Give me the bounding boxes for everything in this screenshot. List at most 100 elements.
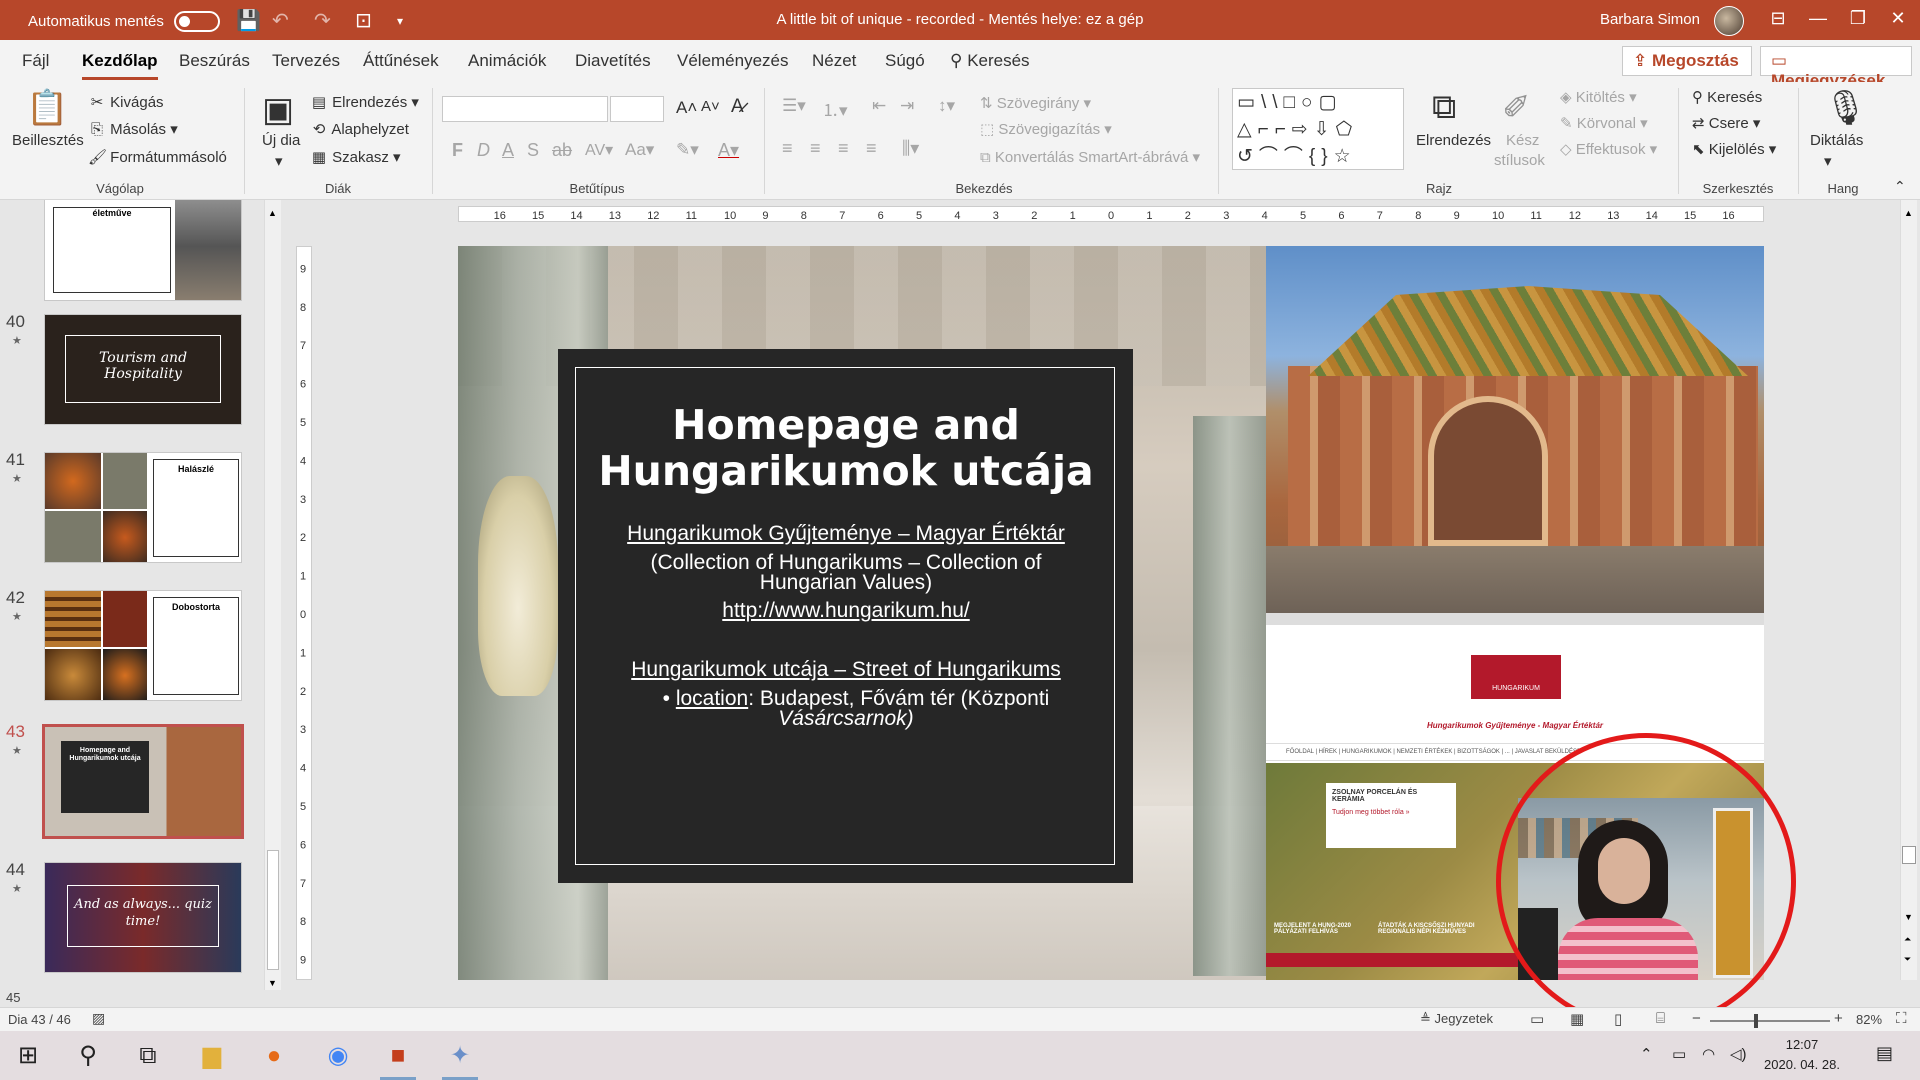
powerpoint-icon[interactable]: ■ [380,1039,416,1080]
task-view-icon[interactable]: ⧉ [130,1039,166,1073]
find-button[interactable]: ⚲ Keresés [1692,88,1762,106]
ribbon-display-options-icon[interactable]: ⊟ [1758,8,1798,29]
bullets-icon[interactable]: ☰▾ [782,96,806,116]
slide-title[interactable]: Homepage and Hungarikumok utcája [576,402,1116,494]
redo-icon[interactable]: ↷ [314,8,331,33]
tab-insert[interactable]: Beszúrás [179,51,250,71]
select-button[interactable]: ⬉ Kijelölés ▾ [1692,140,1776,158]
increase-indent-icon[interactable]: ⇥ [900,96,914,116]
section-button[interactable]: ▦ Szakasz ▾ [310,148,401,166]
tab-transitions[interactable]: Áttűnések [363,51,439,71]
shapes-gallery[interactable]: ▭\\□○▢ △⌐⌐⇨⇩⬠ ↺⌒⌒{}☆ [1232,88,1404,170]
columns-icon[interactable]: ⫼▾ [902,138,919,159]
slide-thumbnail-44[interactable]: And as always... quiz time! [44,862,242,973]
italic-icon[interactable]: D [477,140,490,161]
tab-home[interactable]: Kezdőlap [82,51,158,80]
save-icon[interactable]: 💾 [236,8,261,33]
line-spacing-icon[interactable]: ↕▾ [938,96,955,116]
scroll-up-icon[interactable]: ▲ [1904,208,1913,218]
firefox-icon[interactable]: ● [256,1039,292,1073]
windows-start-icon[interactable]: ⊞ [10,1039,46,1073]
battery-icon[interactable]: ▭ [1672,1045,1686,1063]
paste-icon[interactable]: 📋 [26,88,68,128]
slide-sorter-icon[interactable]: ▦ [1570,1010,1584,1028]
comments-button[interactable]: ▭ Megjegyzések [1760,46,1912,90]
undo-icon[interactable]: ↶ [272,8,289,33]
tab-design[interactable]: Tervezés [272,51,340,71]
action-center-icon[interactable]: ▤ [1876,1043,1893,1064]
copy-button[interactable]: ⎘ Másolás ▾ [88,120,178,138]
tab-help[interactable]: Súgó [885,51,925,71]
hungarikum-collection-link[interactable]: Hungarikumok Gyűjteménye – Magyar Értékt… [576,522,1116,546]
align-left-icon[interactable]: ≡ [782,138,793,159]
underline-icon[interactable]: A [502,140,514,161]
scroll-down-icon[interactable]: ▼ [1904,912,1913,922]
new-slide-dropdown[interactable]: ▾ [275,152,283,170]
close-icon[interactable]: ✕ [1878,8,1918,29]
tab-slideshow[interactable]: Diavetítés [575,51,651,71]
decrease-indent-icon[interactable]: ⇤ [872,96,886,116]
shape-fill-button[interactable]: ◈ Kitöltés ▾ [1560,88,1637,106]
align-text-button[interactable]: ⬚ Szövegigazítás ▾ [980,120,1112,138]
shape-outline-button[interactable]: ✎ Körvonal ▾ [1560,114,1648,132]
maximize-icon[interactable]: ❐ [1838,8,1878,29]
file-explorer-icon[interactable]: ▆ [194,1039,230,1073]
quick-styles-label-2[interactable]: stílusok [1494,152,1545,169]
present-from-start-icon[interactable]: ⊡ [355,8,372,33]
dictate-button[interactable]: Diktálás [1810,132,1863,149]
street-of-hungarikums-link[interactable]: Hungarikumok utcája – Street of Hungarik… [576,658,1116,682]
dictate-dropdown[interactable]: ▾ [1824,152,1832,170]
numbering-icon[interactable]: ⒈▾ [822,96,848,121]
decrease-font-icon[interactable]: A˅ [701,98,720,115]
thumbnails-scrollbar[interactable]: ▲ ▼ [264,200,281,990]
cut-button[interactable]: ✂ Kivágás [88,93,164,111]
slide-scrollbar[interactable]: ▲ ▼ ⏶ ⏷ [1900,200,1917,980]
arrange-button[interactable]: Elrendezés [1416,132,1491,149]
search-icon[interactable]: ⚲ [70,1039,106,1073]
scroll-thumb[interactable] [1902,846,1916,864]
justify-icon[interactable]: ≡ [866,138,877,159]
font-color-icon[interactable]: A▾ [718,140,739,161]
fit-to-window-icon[interactable]: ⛶ [1896,1010,1907,1027]
slide-thumbnail-41[interactable]: Halászlé [44,452,242,563]
chrome-icon[interactable]: ◉ [320,1039,356,1073]
text-direction-button[interactable]: ⇅ Szövegirány ▾ [980,94,1091,112]
align-center-icon[interactable]: ≡ [810,138,821,159]
tab-file[interactable]: Fájl [22,51,49,71]
scroll-down-icon[interactable]: ▼ [268,978,277,988]
recorder-app-icon[interactable]: ✦ [442,1039,478,1080]
bold-icon[interactable]: F [452,140,463,161]
font-name-input[interactable] [442,96,608,122]
zoom-level[interactable]: 82% [1856,1012,1882,1027]
next-slide-icon[interactable]: ⏷ [1904,954,1911,965]
slide-thumbnail-43[interactable]: Homepage and Hungarikumok utcája [42,724,244,839]
title-text-box[interactable]: Homepage and Hungarikumok utcája Hungari… [558,349,1133,883]
share-button[interactable]: ⇪ Megosztás [1622,46,1752,76]
character-spacing-icon[interactable]: AV▾ [585,140,613,160]
quick-styles-label-1[interactable]: Kész [1506,132,1539,149]
shadow-icon[interactable]: S [527,140,539,161]
autosave-toggle[interactable] [173,11,220,32]
increase-font-icon[interactable]: A˄ [676,98,697,118]
zoom-out-icon[interactable]: − [1692,1010,1701,1027]
slide-thumbnail-40[interactable]: Tourism and Hospitality [44,314,242,425]
show-hidden-icons[interactable]: ⌃ [1640,1045,1653,1063]
tab-review[interactable]: Véleményezés [677,51,789,71]
highlight-icon[interactable]: ✎▾ [676,140,699,160]
paste-button[interactable]: Beillesztés [12,132,84,149]
scroll-up-icon[interactable]: ▲ [268,208,277,218]
new-slide-icon[interactable]: ▣ [262,90,294,130]
accessibility-icon[interactable]: ▨ [92,1010,105,1027]
clear-formatting-icon[interactable]: A̷ [731,96,744,118]
layout-button[interactable]: ▤ Elrendezés ▾ [310,93,419,111]
website-url-link[interactable]: http://www.hungarikum.hu/ [576,599,1116,623]
font-size-input[interactable] [610,96,664,122]
collapse-ribbon-icon[interactable]: ⌃ [1894,178,1906,195]
zoom-in-icon[interactable]: + [1834,1010,1843,1027]
microphone-icon[interactable]: 🎙 [1824,88,1867,128]
wifi-icon[interactable]: ◠ [1702,1045,1715,1063]
tab-animations[interactable]: Animációk [468,51,546,71]
quick-styles-icon[interactable]: ✐ [1502,88,1531,128]
volume-icon[interactable]: ◁) [1730,1045,1747,1063]
customize-qat-icon[interactable]: ▾ [397,14,403,28]
